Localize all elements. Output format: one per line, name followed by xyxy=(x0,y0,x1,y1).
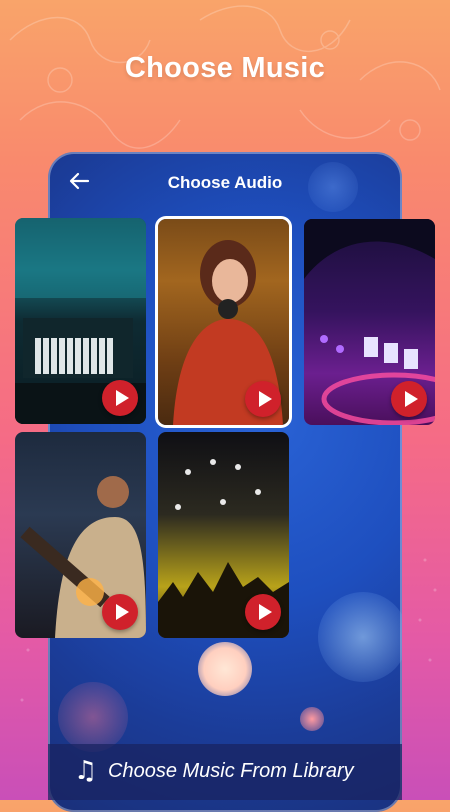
play-icon[interactable] xyxy=(245,381,281,417)
bokeh-light xyxy=(318,592,402,682)
page-headline: Choose Music xyxy=(124,52,326,84)
play-icon[interactable] xyxy=(391,381,427,417)
screen-title: Choose Audio xyxy=(167,173,283,192)
play-icon[interactable] xyxy=(245,594,281,630)
top-bar: Choose Audio xyxy=(48,152,402,214)
audio-card-concert[interactable] xyxy=(158,432,289,638)
bokeh-light xyxy=(198,642,252,696)
audio-card-guitarist[interactable] xyxy=(15,432,146,638)
bokeh-light xyxy=(300,707,324,731)
audio-card-dj[interactable] xyxy=(304,219,435,425)
play-icon[interactable] xyxy=(102,594,138,630)
bokeh-light xyxy=(58,682,128,752)
music-note-icon: ♫ xyxy=(74,756,98,786)
audio-card-studio[interactable] xyxy=(15,218,146,424)
choose-library-button[interactable]: ♫ Choose Music From Library xyxy=(48,744,402,800)
audio-card-headphones[interactable] xyxy=(158,219,289,425)
play-icon[interactable] xyxy=(102,380,138,416)
choose-library-label: Choose Music From Library xyxy=(108,760,354,782)
